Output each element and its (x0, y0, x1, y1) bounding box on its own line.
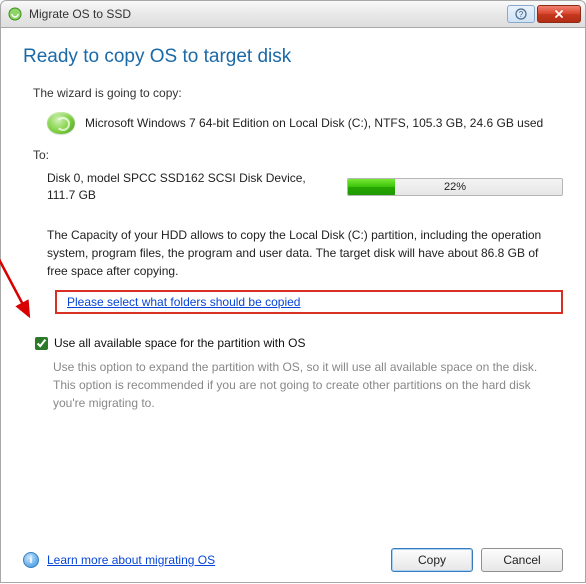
target-description: Disk 0, model SPCC SSD162 SCSI Disk Devi… (47, 170, 329, 204)
info-icon: i (23, 552, 39, 568)
capacity-text: The Capacity of your HDD allows to copy … (47, 226, 553, 280)
source-disk-icon (47, 112, 75, 134)
cancel-button[interactable]: Cancel (481, 548, 563, 572)
footer: i Learn more about migrating OS Copy Can… (23, 540, 563, 572)
select-folders-highlight: Please select what folders should be cop… (55, 290, 563, 314)
copy-intro-label: The wizard is going to copy: (33, 86, 563, 100)
learn-more-link[interactable]: Learn more about migrating OS (47, 553, 383, 567)
use-all-space-label: Use all available space for the partitio… (54, 336, 305, 350)
use-all-space-checkbox[interactable] (35, 337, 48, 350)
annotation-arrow (0, 242, 47, 342)
target-row: Disk 0, model SPCC SSD162 SCSI Disk Devi… (47, 170, 563, 204)
source-row: Microsoft Windows 7 64-bit Edition on Lo… (47, 112, 563, 134)
use-all-space-hint: Use this option to expand the partition … (53, 358, 543, 412)
copy-button[interactable]: Copy (391, 548, 473, 572)
window-body: Ready to copy OS to target disk The wiza… (0, 28, 586, 583)
help-button[interactable]: ? (507, 5, 535, 23)
progress-bar: 22% (347, 178, 563, 196)
svg-text:?: ? (519, 10, 524, 19)
progress-label: 22% (348, 179, 562, 195)
select-folders-link[interactable]: Please select what folders should be cop… (67, 295, 300, 309)
window-title: Migrate OS to SSD (29, 7, 507, 21)
app-icon (7, 6, 23, 22)
to-label: To: (33, 148, 563, 162)
source-description: Microsoft Windows 7 64-bit Edition on Lo… (85, 116, 543, 130)
page-title: Ready to copy OS to target disk (23, 46, 563, 68)
use-all-space-row: Use all available space for the partitio… (35, 336, 563, 350)
titlebar[interactable]: Migrate OS to SSD ? (0, 0, 586, 28)
close-button[interactable] (537, 5, 581, 23)
